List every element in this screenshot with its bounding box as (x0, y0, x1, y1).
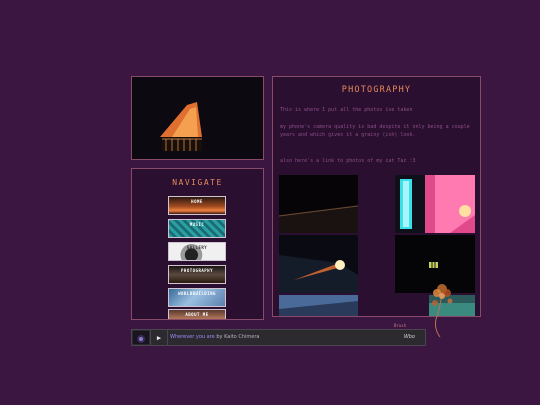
album-art-thumbnail (133, 331, 149, 344)
track-artist[interactable]: Kaito Chimera (224, 334, 259, 340)
navigate-panel: NAVIGATE HOME MUSIC GALLERY PHOTOGRAPHY … (131, 168, 264, 320)
music-player: ▶ Wherever you are by Kaito Chimera Wbo (131, 329, 426, 346)
flower-decoration-icon (432, 284, 453, 338)
nav-button-worldbuilding[interactable]: WORLDBUILDING (168, 288, 226, 307)
nav-button-home-label: HOME (191, 199, 203, 204)
balcony-photo-image (132, 77, 263, 159)
track-info: Wherever you are by Kaito Chimera (170, 334, 259, 340)
play-button[interactable]: ▶ (150, 330, 168, 345)
camera-note-text: my phone's camera quality is bad despite… (280, 124, 470, 138)
navigate-title: NAVIGATE (172, 178, 223, 187)
cat-photos-link[interactable]: also here's a link to photos of my cat T… (280, 157, 475, 165)
nav-button-photography-label: PHOTOGRAPHY (181, 268, 213, 273)
page-title: PHOTOGRAPHY (341, 85, 412, 95)
track-by-text: by (214, 334, 225, 340)
nav-button-photography[interactable]: PHOTOGRAPHY (168, 265, 226, 284)
nav-button-gallery[interactable]: GALLERY (168, 242, 226, 261)
nav-button-music[interactable]: MUSIC (168, 219, 226, 238)
intro-text: This is where I put all the photos ive t… (280, 107, 413, 113)
nav-button-gallery-label: GALLERY (186, 245, 208, 250)
play-icon: ▶ (156, 333, 162, 342)
nav-button-worldbuilding-label: WORLDBUILDING (178, 291, 216, 296)
photo-neon-window[interactable] (395, 175, 475, 233)
nav-button-about-me-label: ABOUT ME (185, 312, 209, 317)
header-photo (131, 76, 264, 160)
nav-button-music-label: MUSIC (189, 222, 205, 227)
nav-button-about-me[interactable]: ABOUT ME (168, 309, 226, 319)
photo-blue-sky[interactable] (279, 295, 358, 316)
photo-ceiling-light[interactable] (279, 235, 358, 293)
brush-credit-text: Brush (394, 323, 407, 328)
nav-button-home[interactable]: HOME (168, 196, 226, 215)
photo-dark-corner[interactable] (279, 175, 358, 233)
player-brand-logo[interactable]: Wbo (404, 334, 415, 340)
track-title-link[interactable]: Wherever you are (170, 334, 215, 340)
